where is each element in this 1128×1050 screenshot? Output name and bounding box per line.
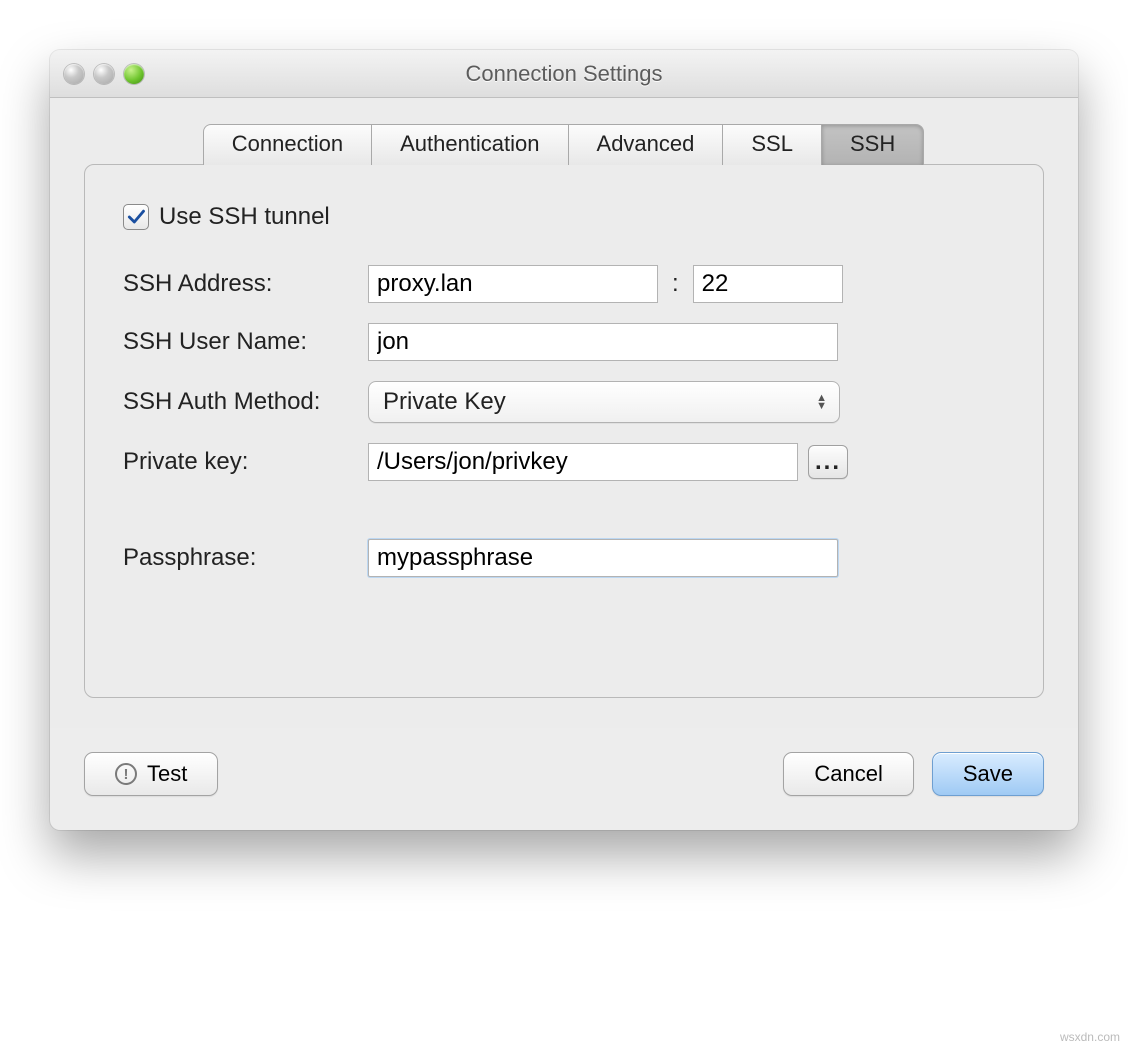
use-ssh-tunnel-row: Use SSH tunnel (123, 203, 1005, 231)
ssh-form: SSH Address: : SSH User Name: SSH Auth M… (123, 265, 1005, 577)
tab-ssl[interactable]: SSL (722, 124, 822, 165)
ssh-address-field: : (368, 265, 1005, 303)
passphrase-input[interactable] (368, 539, 838, 577)
dialog-window: Connection Settings Connection Authentic… (50, 50, 1078, 830)
ssh-username-input[interactable] (368, 323, 838, 361)
content-area: Connection Authentication Advanced SSL S… (50, 98, 1078, 728)
titlebar: Connection Settings (50, 50, 1078, 98)
tab-ssh[interactable]: SSH (821, 124, 924, 165)
ssh-username-label: SSH User Name: (123, 328, 368, 356)
use-ssh-tunnel-checkbox[interactable] (123, 204, 149, 230)
tab-pane-ssh: Use SSH tunnel SSH Address: : SSH User N… (84, 164, 1044, 698)
ssh-address-input[interactable] (368, 265, 658, 303)
info-icon: ! (115, 763, 137, 785)
tab-connection[interactable]: Connection (203, 124, 372, 165)
tab-strip: Connection Authentication Advanced SSL S… (84, 124, 1044, 165)
close-icon[interactable] (64, 64, 84, 84)
address-port-separator: : (668, 270, 683, 298)
save-button-label: Save (963, 761, 1013, 787)
save-button[interactable]: Save (932, 752, 1044, 796)
window-title: Connection Settings (50, 61, 1078, 87)
private-key-label: Private key: (123, 448, 368, 476)
dialog-footer: ! Test Cancel Save (50, 728, 1078, 830)
ssh-auth-method-select[interactable]: Private Key ▲▼ (368, 381, 840, 423)
traffic-lights (64, 64, 144, 84)
ssh-auth-method-value: Private Key (383, 388, 506, 416)
test-button[interactable]: ! Test (84, 752, 218, 796)
ssh-auth-method-label: SSH Auth Method: (123, 388, 368, 416)
private-key-input[interactable] (368, 443, 798, 481)
checkmark-icon (126, 207, 146, 227)
browse-button[interactable]: ... (808, 445, 848, 479)
tab-authentication[interactable]: Authentication (371, 124, 568, 165)
use-ssh-tunnel-label: Use SSH tunnel (159, 203, 330, 231)
watermark: wsxdn.com (1060, 1030, 1120, 1044)
passphrase-label: Passphrase: (123, 544, 368, 572)
ssh-port-input[interactable] (693, 265, 843, 303)
cancel-button-label: Cancel (814, 761, 882, 787)
ssh-address-label: SSH Address: (123, 270, 368, 298)
zoom-icon[interactable] (124, 64, 144, 84)
tab-advanced[interactable]: Advanced (568, 124, 724, 165)
chevron-up-down-icon: ▲▼ (816, 394, 827, 410)
cancel-button[interactable]: Cancel (783, 752, 913, 796)
test-button-label: Test (147, 761, 187, 787)
minimize-icon[interactable] (94, 64, 114, 84)
